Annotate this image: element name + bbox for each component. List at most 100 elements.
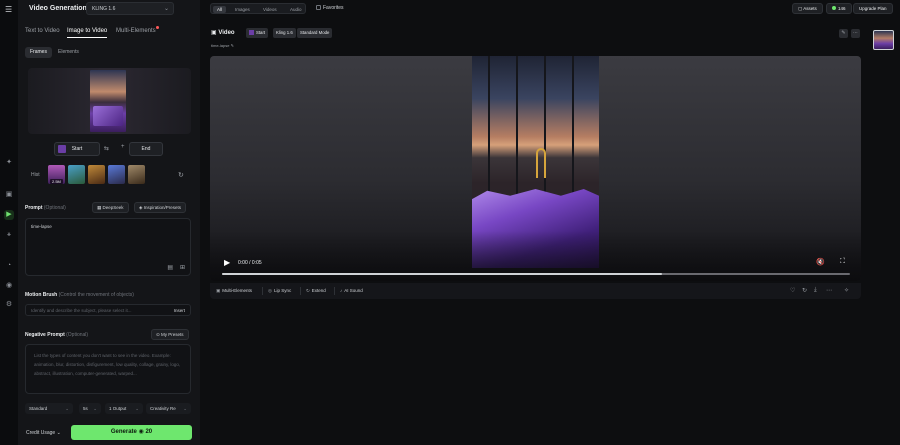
upgrade-plan-button[interactable]: Upgrade Plan [853, 3, 893, 14]
duration-select[interactable]: 5s ⌄ [79, 403, 101, 414]
history-rail-icon[interactable]: ◔ [4, 261, 14, 271]
video-rail-icon[interactable]: ▶ [4, 210, 14, 220]
faucet-shape [536, 148, 546, 178]
video-section-title: ▣ Video [211, 30, 235, 36]
play-icon[interactable]: ▶ [224, 258, 230, 267]
filter-all[interactable]: All [213, 6, 227, 13]
favorites-toggle[interactable]: Favorites [316, 5, 344, 11]
video-time: 0:00 / 0:05 [238, 260, 262, 266]
my-presets-button[interactable]: ⊙ My Presets [151, 329, 189, 340]
start-frame-thumb [58, 145, 66, 153]
fullscreen-icon[interactable]: ⛶ [840, 258, 845, 266]
inspiration-presets-button[interactable]: ◈ Inspiration/Presets [134, 202, 186, 213]
negative-prompt-textarea[interactable]: List the types of content you don't want… [25, 344, 191, 394]
end-frame-label: End [141, 146, 151, 152]
more-options-icon[interactable]: ⋯ [826, 287, 832, 294]
divider [300, 287, 301, 295]
lip-sync-tool[interactable]: ◎ Lip Sync [268, 288, 291, 294]
credit-usage-button[interactable]: Credit Usage ⌄ [26, 430, 61, 436]
ai-sound-tool[interactable]: ♪ AI Sound [340, 288, 363, 293]
menu-icon[interactable]: ☰ [5, 5, 12, 14]
settings-rail-icon[interactable]: ⚙ [4, 300, 14, 310]
generate-button[interactable]: Generate ◉ 20 [71, 425, 192, 440]
prompt-expand-icon[interactable]: ⊞ [180, 264, 185, 271]
video-progress-bar[interactable] [222, 273, 850, 275]
download-icon[interactable]: ⤓ [814, 287, 817, 294]
more-icon[interactable]: ⋯ [851, 29, 860, 38]
tab-text-to-video[interactable]: Text to Video [25, 28, 60, 34]
generate-label: Generate [110, 429, 137, 435]
motion-brush-placeholder: Identify and describe the subject, pleas… [31, 308, 132, 313]
filter-audio[interactable]: Audio [286, 6, 306, 13]
window-mullion [572, 56, 574, 208]
tab-image-to-video[interactable]: Image to Video [67, 28, 108, 38]
share-icon[interactable]: ✧ [844, 287, 849, 294]
assets-rail-icon[interactable]: ✦ [4, 158, 14, 168]
divider [262, 287, 263, 295]
window-mullion [544, 56, 546, 208]
history-thumb[interactable] [108, 165, 125, 184]
add-end-frame-icon[interactable]: + [121, 144, 125, 150]
window-mullion [488, 56, 490, 208]
page-title: Video Generation [29, 5, 87, 12]
prompt-textarea[interactable]: time-lapse ▤ ⊞ [25, 218, 191, 276]
asset-filter: All Images Videos Audio [210, 3, 306, 14]
negative-prompt-label: Negative Prompt (Optional) [25, 332, 89, 338]
video-player[interactable]: ▶ 0:00 / 0:05 🔇 ⛶ [210, 56, 861, 281]
history-thumb[interactable] [128, 165, 145, 184]
left-rail: ☰ ✦ ▣ ▶ ⚹ ◔ ◉ ⚙ [0, 0, 18, 445]
history-thumb[interactable] [88, 165, 105, 184]
video-caption: time-lapse ✎ [211, 43, 234, 48]
start-frame-preview[interactable] [28, 68, 191, 134]
motion-brush-input[interactable]: Identify and describe the subject, pleas… [25, 304, 191, 316]
recent-video-thumb[interactable] [873, 30, 894, 50]
end-frame-button[interactable]: End [129, 142, 163, 156]
subtab-elements[interactable]: Elements [53, 47, 84, 58]
filter-images[interactable]: Images [231, 6, 254, 13]
negative-prompt-placeholder: List the types of content you don't want… [34, 353, 181, 376]
credits-badge[interactable]: 146 [826, 3, 852, 14]
mute-icon[interactable]: 🔇 [816, 258, 825, 266]
image-rail-icon[interactable]: ▣ [4, 190, 14, 200]
tag-start: Start [246, 28, 269, 38]
history-thumb[interactable] [68, 165, 85, 184]
filter-videos[interactable]: Videos [259, 6, 281, 13]
favorite-icon[interactable]: ♡ [790, 287, 795, 294]
profile-rail-icon[interactable]: ◉ [4, 281, 14, 291]
tab-multi-elements[interactable]: Multi-Elements [116, 28, 156, 34]
checkbox[interactable] [316, 5, 321, 10]
model-select-value: KLING 1.6 [92, 6, 116, 12]
creativity-select[interactable]: Creativity Re ⌄ [146, 403, 191, 414]
assets-button[interactable]: ▢ Assets [792, 3, 823, 14]
prompt-library-icon[interactable]: ▤ [167, 264, 173, 271]
start-frame-image [90, 70, 126, 132]
edit-icon[interactable]: ✎ [839, 29, 848, 38]
new-indicator-dot [156, 26, 159, 29]
tag-model: Kling 1.6 [273, 28, 296, 38]
model-select[interactable]: KLING 1.6 ⌄ [86, 2, 174, 15]
tag-mode: Standard Mode [297, 28, 333, 38]
video-progress-fill [222, 273, 662, 275]
mode-select[interactable]: Standard ⌄ [25, 403, 73, 414]
motion-brush-label: Motion Brush (Control the movement of ob… [25, 292, 134, 298]
insert-button[interactable]: Insert [174, 308, 185, 313]
prompt-label: Prompt (Optional) [25, 205, 66, 211]
prompt-text: time-lapse [31, 224, 52, 229]
divider [334, 287, 335, 295]
outputs-select[interactable]: 1 Output ⌄ [105, 403, 143, 414]
window-mullion [516, 56, 518, 208]
swap-frames-icon[interactable]: ⇆ [104, 145, 109, 152]
regenerate-icon[interactable]: ↻ [802, 287, 807, 294]
generate-cost: 20 [145, 429, 153, 435]
chevron-down-icon: ⌄ [163, 6, 169, 12]
start-frame-button[interactable]: Start [54, 142, 100, 156]
multi-elements-tool[interactable]: ▣ Multi-Elements [216, 288, 252, 294]
credit-icon [832, 6, 836, 10]
subtab-frames[interactable]: Frames [25, 47, 52, 58]
extend-tool[interactable]: ↻ Extend [306, 288, 326, 294]
start-frame-label: Start [71, 146, 83, 152]
refresh-icon[interactable]: ↻ [178, 171, 184, 179]
history-label: Hist [31, 172, 40, 178]
effects-rail-icon[interactable]: ⚹ [4, 230, 14, 240]
deepseek-button[interactable]: ▦ DeepSeek [92, 202, 129, 213]
